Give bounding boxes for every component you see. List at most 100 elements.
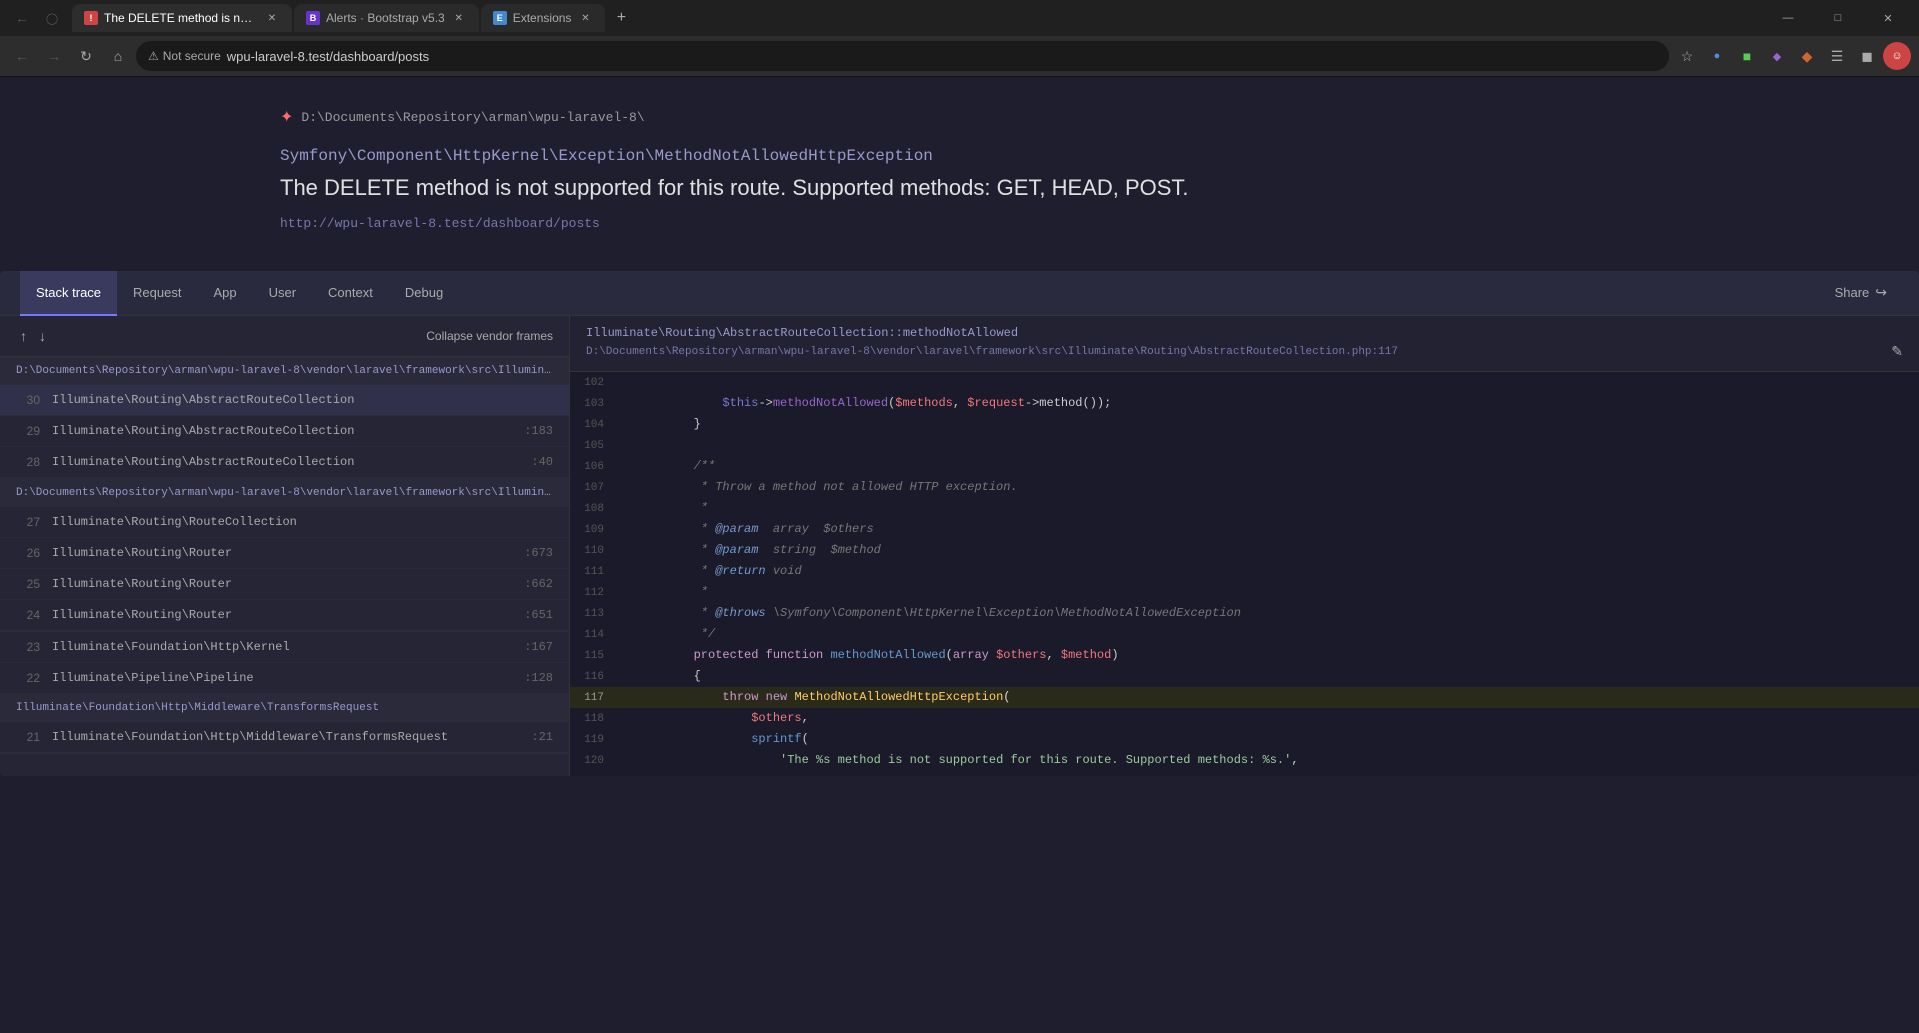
frame-class-26: Illuminate\Routing\Router [52,546,512,560]
frame-down-button[interactable]: ↓ [35,326,50,346]
tab-bar-nav-circle[interactable]: ◯ [38,4,66,32]
line-code-115: protected function methodNotAllowed(arra… [620,645,1919,665]
browser-tab-1[interactable]: ! The DELETE method is not ... ✕ [72,4,292,32]
line-code-110: * @param string $method [620,540,1919,560]
frames-toolbar: ↑ ↓ Collapse vendor frames [0,316,569,357]
stack-panel: Stack trace Request App User Context Deb… [0,271,1919,776]
browser-tab-3[interactable]: E Extensions ✕ [481,4,606,32]
security-label: Not secure [163,49,221,63]
tab-context[interactable]: Context [312,271,389,316]
extension-icon-4[interactable]: ◆ [1793,42,1821,70]
tab-close-1[interactable]: ✕ [264,10,280,26]
frame-item-25[interactable]: 25 Illuminate\Routing\Router :662 [0,569,569,600]
frames-nav: ↑ ↓ [16,326,50,346]
frame-item-24[interactable]: 24 Illuminate\Routing\Router :651 [0,600,569,631]
file-path-container: ✦ D:\Documents\Repository\arman\wpu-lara… [280,107,1639,127]
frame-class-21: Illuminate\Foundation\Http\Middleware\Tr… [52,730,519,744]
tab-label-2: Alerts · Bootstrap v5.3 [326,11,445,25]
code-file-path: D:\Documents\Repository\arman\wpu-larave… [586,346,1398,358]
home-button[interactable]: ⌂ [104,42,132,70]
edit-file-button[interactable]: ✎ [1891,344,1903,361]
frame-line-22: :128 [524,671,553,685]
code-line-114: 114 */ [570,624,1919,645]
collapse-vendor-button[interactable]: Collapse vendor frames [426,329,553,343]
frame-item-26[interactable]: 26 Illuminate\Routing\Router :673 [0,538,569,569]
frame-file-header-3: Illuminate\Foundation\Http\Middleware\Tr… [0,694,569,722]
line-code-109: * @param array $others [620,519,1919,539]
maximize-button[interactable]: □ [1815,0,1861,36]
code-line-108: 108 * [570,498,1919,519]
address-bar: ← → ↻ ⌂ ⚠ Not secure wpu-laravel-8.test/… [0,36,1919,76]
share-button[interactable]: Share ↪ [1823,276,1899,309]
bookmark-button[interactable]: ☆ [1673,42,1701,70]
exception-message: The DELETE method is not supported for t… [280,173,1639,204]
line-num-108: 108 [570,498,620,519]
exception-url: http://wpu-laravel-8.test/dashboard/post… [280,216,1639,231]
line-num-102: 102 [570,372,620,393]
file-path-text: D:\Documents\Repository\arman\wpu-larave… [301,110,644,125]
tab-close-3[interactable]: ✕ [577,10,593,26]
stack-content: ↑ ↓ Collapse vendor frames D:\Documents\… [0,316,1919,776]
frame-item-30[interactable]: 30 Illuminate\Routing\AbstractRouteColle… [0,385,569,416]
code-line-104: 104 } [570,414,1919,435]
url-bar[interactable]: ⚠ Not secure wpu-laravel-8.test/dashboar… [136,41,1669,71]
new-tab-button[interactable]: + [607,4,635,32]
frame-number-28: 28 [16,455,40,469]
line-code-118: $others, [620,708,1919,728]
extension-icon-1[interactable]: ● [1703,42,1731,70]
tab-request[interactable]: Request [117,271,197,316]
tab-close-2[interactable]: ✕ [451,10,467,26]
forward-button[interactable]: → [40,42,68,70]
code-line-116: 116 { [570,666,1919,687]
frame-item-22[interactable]: 22 Illuminate\Pipeline\Pipeline :128 [0,663,569,694]
profile-button[interactable]: ☺ [1883,42,1911,70]
tab-label-1: The DELETE method is not ... [104,11,258,25]
tab-app[interactable]: App [197,271,252,316]
frame-line-26: :673 [524,546,553,560]
reload-button[interactable]: ↻ [72,42,100,70]
code-line-118: 118 $others, [570,708,1919,729]
code-line-112: 112 * [570,582,1919,603]
frame-class-23: Illuminate\Foundation\Http\Kernel [52,640,512,654]
code-class: Illuminate\Routing\AbstractRouteCollecti… [586,326,1903,340]
frame-line-28: :40 [531,455,553,469]
line-num-117: 117 [570,687,620,708]
extension-icon-5[interactable]: ☰ [1823,42,1851,70]
frame-file-header-1: D:\Documents\Repository\arman\wpu-larave… [0,357,569,385]
file-path-icon: ✦ [280,107,293,127]
code-line-106: 106 /** [570,456,1919,477]
tab-debug[interactable]: Debug [389,271,459,316]
close-button[interactable]: ✕ [1865,0,1911,36]
frame-item-29[interactable]: 29 Illuminate\Routing\AbstractRouteColle… [0,416,569,447]
code-lines: 102 103 $this->methodNotAllowed($methods… [570,372,1919,771]
frame-item-28[interactable]: 28 Illuminate\Routing\AbstractRouteColle… [0,447,569,478]
code-line-103: 103 $this->methodNotAllowed($methods, $r… [570,393,1919,414]
frame-item-21[interactable]: 21 Illuminate\Foundation\Http\Middleware… [0,722,569,753]
tab-bar: ← ◯ ! The DELETE method is not ... ✕ B A… [0,0,1919,36]
tab-favicon-1: ! [84,11,98,25]
tab-bar-back-btn[interactable]: ← [8,4,36,32]
line-num-116: 116 [570,666,620,687]
frame-item-23[interactable]: 23 Illuminate\Foundation\Http\Kernel :16… [0,632,569,663]
frame-class-27: Illuminate\Routing\RouteCollection [52,515,541,529]
extension-icon-2[interactable]: ■ [1733,42,1761,70]
line-code-113: * @throws \Symfony\Component\HttpKernel\… [620,603,1919,623]
extension-icon-3[interactable]: ◆ [1763,42,1791,70]
frame-item-27[interactable]: 27 Illuminate\Routing\RouteCollection [0,507,569,538]
back-button[interactable]: ← [8,42,36,70]
line-num-110: 110 [570,540,620,561]
frame-up-button[interactable]: ↑ [16,326,31,346]
line-num-109: 109 [570,519,620,540]
tab-user[interactable]: User [253,271,312,316]
tab-stack-trace[interactable]: Stack trace [20,271,117,316]
security-icon: ⚠ [148,49,159,63]
frame-class-29: Illuminate\Routing\AbstractRouteCollecti… [52,424,512,438]
line-num-112: 112 [570,582,620,603]
line-num-103: 103 [570,393,620,414]
minimize-button[interactable]: — [1765,0,1811,36]
frame-number-23: 23 [16,640,40,654]
frame-class-28: Illuminate\Routing\AbstractRouteCollecti… [52,455,519,469]
sidebar-button[interactable]: ◼ [1853,42,1881,70]
code-line-115: 115 protected function methodNotAllowed(… [570,645,1919,666]
browser-tab-2[interactable]: B Alerts · Bootstrap v5.3 ✕ [294,4,479,32]
